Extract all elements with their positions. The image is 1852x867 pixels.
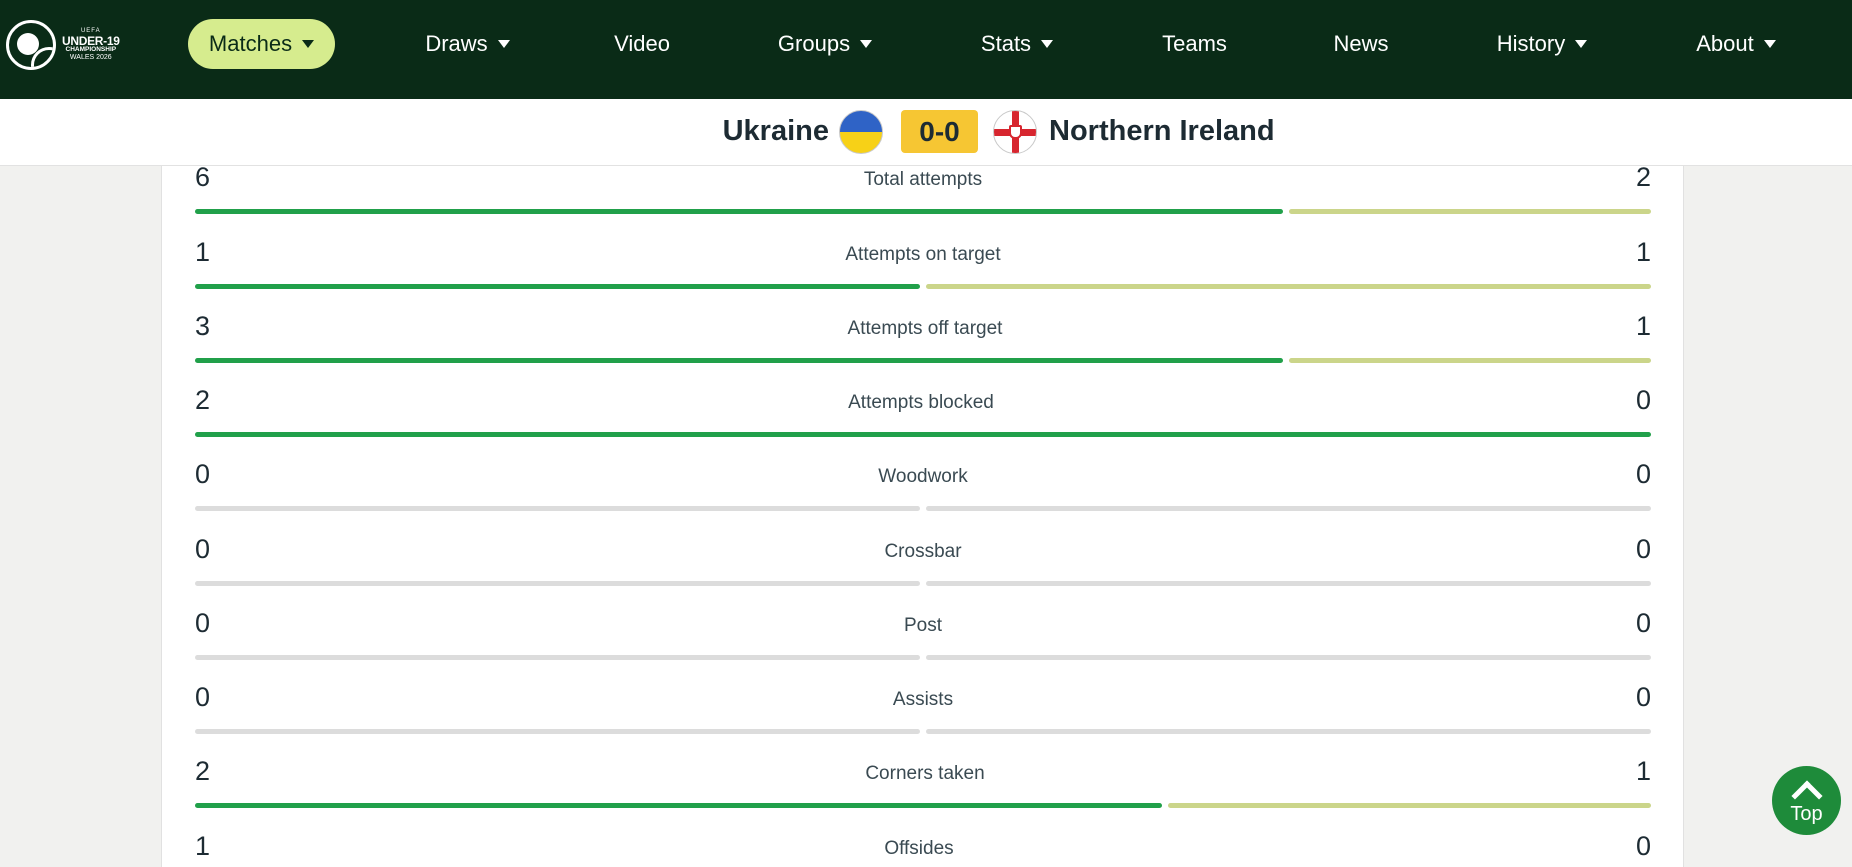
chevron-down-icon <box>497 40 510 48</box>
stat-row: 0 Crossbar 0 <box>195 534 1651 608</box>
stat-bar-home <box>195 803 1162 808</box>
stat-row: 2 Corners taken 1 <box>195 756 1651 830</box>
chevron-down-icon <box>860 40 873 48</box>
stat-bar-away <box>926 506 1651 511</box>
nav-matches[interactable]: Matches <box>188 19 335 69</box>
stat-away-value: 0 <box>1635 459 1651 489</box>
nav-matches-label: Matches <box>208 31 293 56</box>
stat-label: Corners taken <box>865 763 985 784</box>
stat-row: 2 Attempts blocked 0 <box>195 385 1651 459</box>
nav-draws-label: Draws <box>425 31 488 56</box>
chevron-down-icon <box>1575 40 1588 48</box>
stat-bar-home <box>195 209 1283 214</box>
chevron-down-icon <box>302 40 315 48</box>
stat-row: 3 Attempts off target 1 <box>195 311 1651 385</box>
tournament-logo[interactable]: UEFA UNDER-19 CHAMPIONSHIP WALES 2026 <box>6 18 124 72</box>
stat-away-value: 0 <box>1635 608 1651 638</box>
stat-bar-home <box>195 655 920 660</box>
chevron-down-icon <box>1041 40 1054 48</box>
stat-row: 1 Attempts on target 1 <box>195 237 1651 311</box>
stat-label: Post <box>903 615 943 636</box>
stat-away-value: 0 <box>1635 831 1651 861</box>
football-logo-icon <box>6 20 56 70</box>
nav-stats[interactable]: Stats <box>973 19 1061 69</box>
top-navigation: UEFA UNDER-19 CHAMPIONSHIP WALES 2026 Ma… <box>0 0 1852 99</box>
stat-bar-away <box>926 284 1651 289</box>
stat-label: Total attempts <box>863 169 983 190</box>
logo-line-host: WALES 2026 <box>69 54 112 62</box>
stat-bar-away <box>926 581 1651 586</box>
logo-text: UEFA UNDER-19 CHAMPIONSHIP WALES 2026 <box>62 28 120 61</box>
stat-label: Offsides <box>884 838 954 859</box>
stat-away-value: 0 <box>1635 534 1651 564</box>
stat-away-value: 0 <box>1635 385 1651 415</box>
stat-label: Assists <box>892 689 954 710</box>
stat-label: Woodwork <box>878 466 968 487</box>
northern-ireland-flag-icon <box>993 110 1037 154</box>
nav-stats-label: Stats <box>980 31 1032 56</box>
stat-away-value: 1 <box>1635 311 1651 341</box>
stat-bar-home <box>195 358 1283 363</box>
chevron-down-icon <box>1763 40 1776 48</box>
stat-bar-away <box>1289 209 1651 214</box>
stat-row: 1 Offsides 0 <box>195 831 1651 867</box>
nav-teams-label: Teams <box>1162 31 1227 56</box>
stat-away-value: 1 <box>1635 756 1651 786</box>
nav-about[interactable]: About <box>1691 19 1781 69</box>
stat-row: 6 Total attempts 2 <box>195 162 1651 236</box>
home-team-name[interactable]: Ukraine <box>723 115 829 148</box>
stat-label: Attempts blocked <box>848 392 994 413</box>
back-to-top-button[interactable]: Top <box>1772 766 1841 835</box>
nav-groups-label: Groups <box>777 31 851 56</box>
stat-away-value: 0 <box>1635 682 1651 712</box>
nav-video-label: Video <box>614 31 670 56</box>
stat-bar-home <box>195 284 920 289</box>
nav-video[interactable]: Video <box>604 19 680 69</box>
stat-away-value: 2 <box>1635 162 1651 192</box>
stat-away-value: 1 <box>1635 237 1651 267</box>
stat-bar-home <box>195 506 920 511</box>
stat-row: 0 Woodwork 0 <box>195 459 1651 533</box>
nav-draws[interactable]: Draws <box>412 19 523 69</box>
match-score-bar: Ukraine 0-0 Northern Ireland <box>0 99 1852 166</box>
stat-bar-home <box>195 432 1651 437</box>
nav-history[interactable]: History <box>1490 19 1594 69</box>
stat-label: Attempts on target <box>845 244 1001 265</box>
stat-row: 0 Post 0 <box>195 608 1651 682</box>
nav-groups[interactable]: Groups <box>769 19 881 69</box>
logo-line-championship: CHAMPIONSHIP <box>65 46 117 54</box>
stat-bar-away <box>926 729 1651 734</box>
stat-label: Crossbar <box>884 541 962 562</box>
ukraine-flag-icon <box>839 110 883 154</box>
nav-news-label: News <box>1333 31 1389 56</box>
stat-bar-home <box>195 729 920 734</box>
away-team-name[interactable]: Northern Ireland <box>1049 115 1275 148</box>
stat-label: Attempts off target <box>847 318 1003 339</box>
stat-bar-away <box>1289 358 1651 363</box>
stat-bar-away <box>926 655 1651 660</box>
stat-row: 0 Assists 0 <box>195 682 1651 756</box>
nav-history-label: History <box>1496 31 1566 56</box>
nav-about-label: About <box>1696 31 1754 56</box>
nav-teams[interactable]: Teams <box>1155 19 1234 69</box>
stat-bar-home <box>195 581 920 586</box>
match-score: 0-0 <box>901 110 978 153</box>
nav-news[interactable]: News <box>1326 19 1396 69</box>
stat-bar-away <box>1168 803 1651 808</box>
